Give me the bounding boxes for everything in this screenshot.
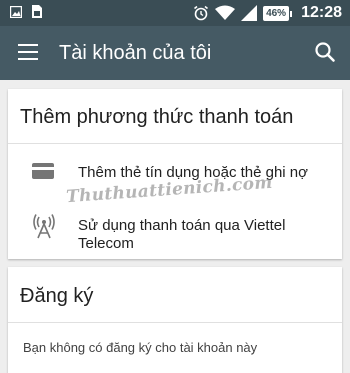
- status-bar-right: 46% 12:28: [193, 3, 342, 23]
- sim-icon: [32, 5, 42, 18]
- page-title: Tài khoản của tôi: [59, 42, 212, 64]
- divider: [8, 322, 342, 323]
- payment-card-title: Thêm phương thức thanh toán: [20, 106, 294, 128]
- battery-icon: 46%: [263, 5, 293, 21]
- alarm-icon: [194, 5, 209, 21]
- viettel-payment-option[interactable]: Sử dụng thanh toán qua Viettel Telecom: [8, 203, 342, 253]
- divider: [8, 143, 342, 144]
- subscriptions-card-title: Đăng ký: [20, 285, 94, 307]
- status-bar-left: [10, 5, 42, 18]
- search-icon[interactable]: [314, 41, 336, 63]
- payment-methods-card: Thêm phương thức thanh toán Thêm thẻ tín…: [8, 89, 342, 259]
- antenna-icon: [33, 214, 55, 239]
- status-bar: 46% 12:28: [0, 0, 350, 26]
- wifi-icon: [215, 5, 236, 20]
- status-time: 12:28: [301, 4, 342, 21]
- subscriptions-card: Đăng ký Bạn không có đăng ký cho tài kho…: [8, 267, 342, 373]
- menu-icon[interactable]: [18, 44, 38, 60]
- credit-card-icon: [32, 163, 54, 179]
- add-credit-card-option[interactable]: Thêm thẻ tín dụng hoặc thẻ ghi nợ: [8, 153, 342, 193]
- add-credit-card-label: Thêm thẻ tín dụng hoặc thẻ ghi nợ: [78, 164, 308, 181]
- app-bar: Tài khoản của tôi: [0, 26, 350, 80]
- viettel-payment-label: Sử dụng thanh toán qua Viettel Telecom: [78, 217, 286, 252]
- image-icon: [10, 5, 22, 18]
- signal-icon: [241, 5, 258, 21]
- subscriptions-empty-text: Bạn không có đăng ký cho tài khoản này: [23, 340, 258, 355]
